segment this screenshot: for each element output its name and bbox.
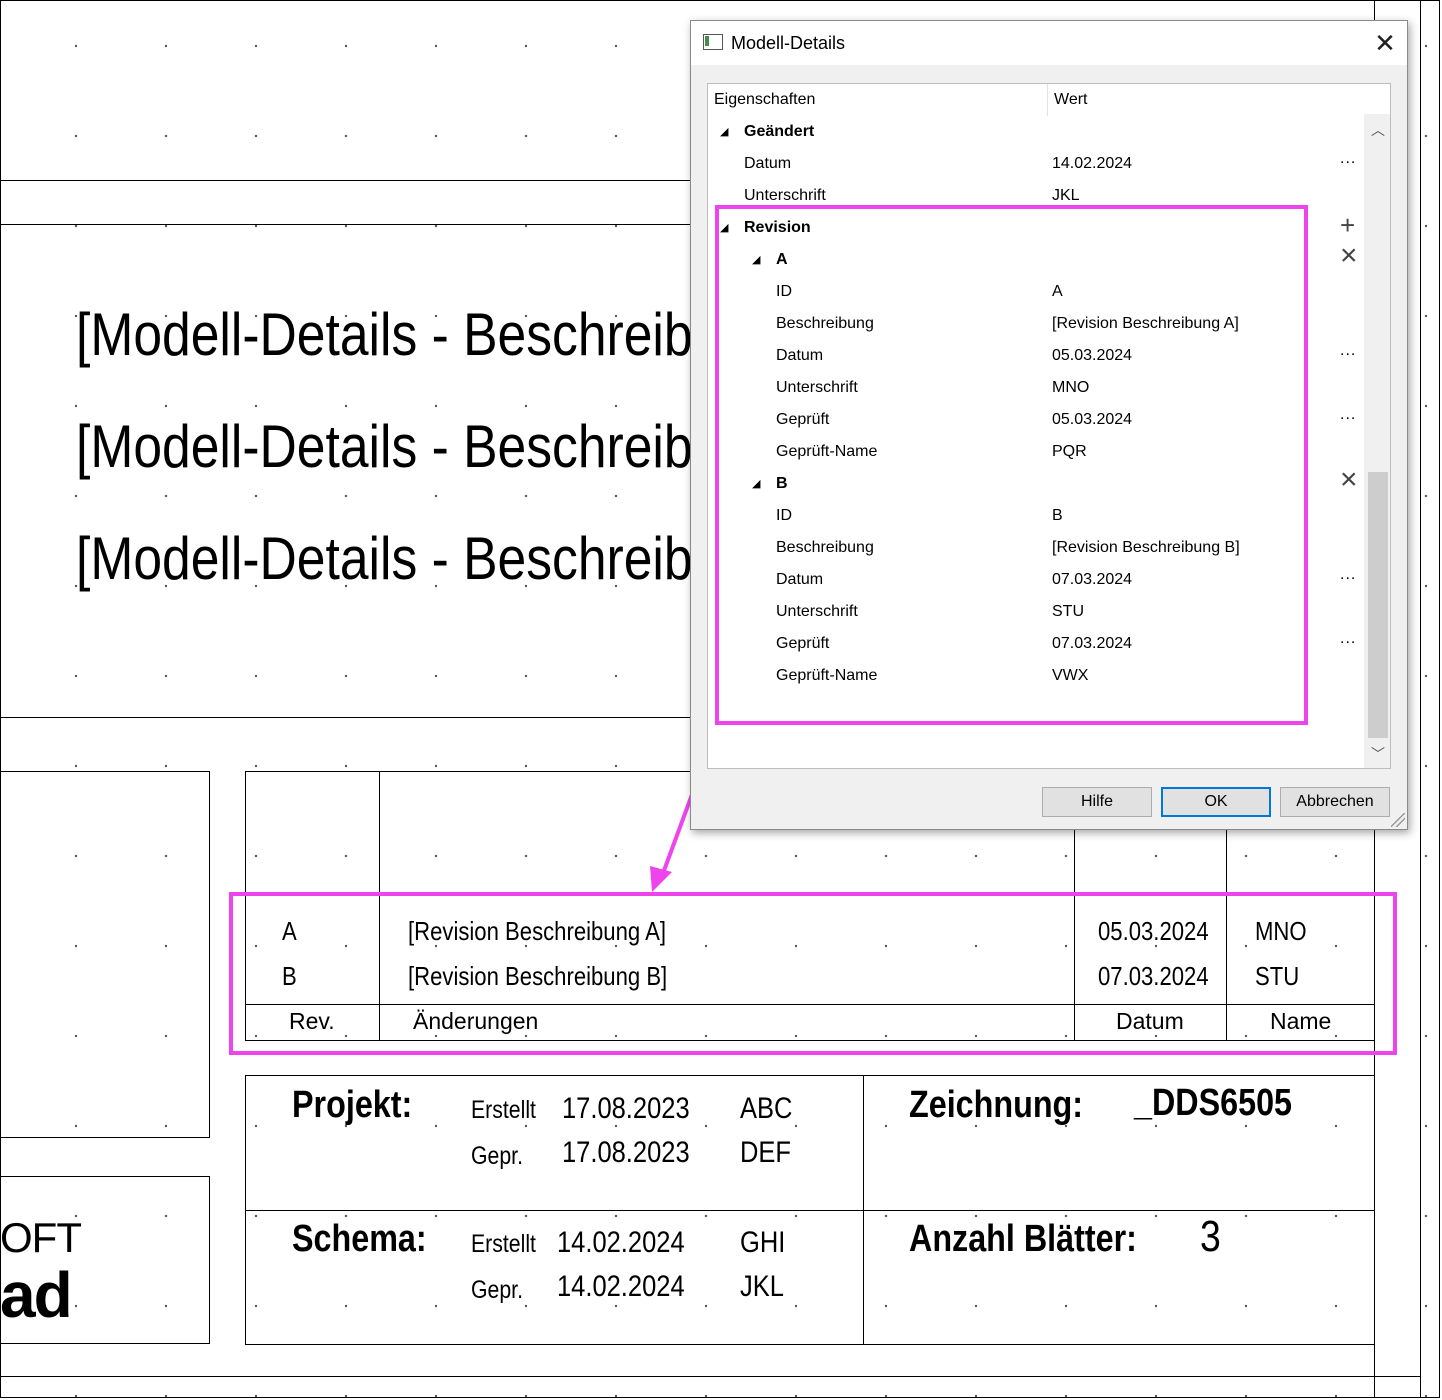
dialog-title: Modell-Details	[731, 33, 846, 53]
ok-button[interactable]: OK	[1161, 787, 1271, 817]
dialog-titlebar[interactable]: Modell-Details ✕	[691, 21, 1407, 65]
revision-a-datum-ellipsis-button[interactable]: ...	[1340, 342, 1356, 360]
column-header-value[interactable]: Wert	[1048, 84, 1362, 116]
scrollbar-thumb[interactable]	[1368, 472, 1388, 738]
cancel-button[interactable]: Abbrechen	[1280, 787, 1390, 817]
revision-b-datum-ellipsis-button[interactable]: ...	[1340, 566, 1356, 584]
resize-grip-icon[interactable]	[1391, 813, 1405, 827]
geaendert-datum-ellipsis-button[interactable]: ...	[1340, 150, 1356, 168]
remove-revision-a-button[interactable]: ×	[1340, 240, 1358, 272]
modell-details-dialog: Modell-Details ✕ Eigenschaften Wert ◢ Ge…	[690, 20, 1408, 830]
scroll-down-arrow-icon[interactable]: ﹀	[1368, 744, 1388, 764]
window-app-icon	[703, 34, 723, 50]
help-button[interactable]: Hilfe	[1042, 787, 1152, 817]
geaendert-datum-label: Datum	[744, 155, 792, 172]
close-icon[interactable]: ✕	[1371, 29, 1399, 57]
geaendert-datum-value[interactable]: 14.02.2024	[1052, 148, 1132, 180]
revision-section-highlight	[715, 205, 1308, 725]
scroll-up-arrow-icon[interactable]: ︿	[1368, 120, 1388, 140]
expand-icon-geaendert[interactable]: ◢	[720, 125, 728, 138]
revision-a-geprueft-ellipsis-button[interactable]: ...	[1340, 406, 1356, 424]
revision-b-geprueft-ellipsis-button[interactable]: ...	[1340, 630, 1356, 648]
add-revision-button[interactable]: +	[1340, 210, 1355, 240]
remove-revision-b-button[interactable]: ×	[1340, 464, 1358, 496]
column-header-properties[interactable]: Eigenschaften	[708, 84, 1048, 116]
group-geaendert[interactable]: Geändert	[744, 116, 814, 148]
